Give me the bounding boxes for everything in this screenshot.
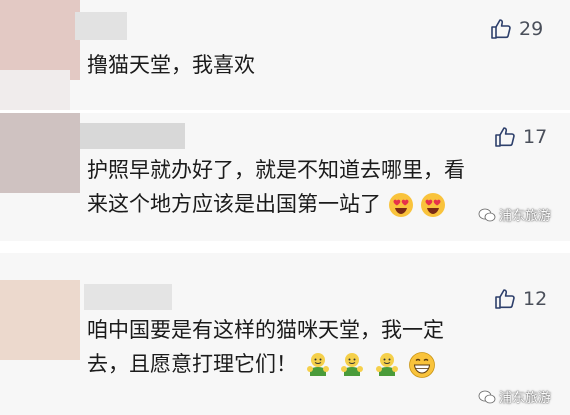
- comment-3: 12 咱中国要是有这样的猫咪天堂，我一定 去，且愿意打理它们！ 浦东旅游: [0, 253, 570, 415]
- comment-text-line-2-text: 去，且愿意打理它们！: [87, 352, 297, 376]
- thumbs-up-figure-emoji: [376, 353, 399, 376]
- comment-text-line-2: 来这个地方应该是出国第一站了: [87, 187, 465, 221]
- thumbs-up-icon: [491, 19, 511, 39]
- comment-2: 17 护照早就办好了，就是不知道去哪里，看 来这个地方应该是出国第一站了 浦东旅: [0, 113, 570, 241]
- avatar[interactable]: [0, 113, 80, 193]
- comment-text: 护照早就办好了，就是不知道去哪里，看 来这个地方应该是出国第一站了: [87, 153, 465, 221]
- username-blurred: [80, 123, 185, 149]
- avatar-blur: [0, 70, 70, 110]
- like-count: 12: [523, 288, 548, 310]
- thumbs-up-figure-emoji: [306, 353, 329, 376]
- thumbs-up-icon: [495, 289, 515, 309]
- like-button[interactable]: 29: [489, 17, 543, 41]
- wechat-watermark-icon: [478, 208, 496, 221]
- thumbs-up-icon: [495, 127, 515, 147]
- comment-text-line: 撸猫天堂，我喜欢: [87, 53, 255, 77]
- grinning-emoji: [408, 352, 435, 378]
- watermark: 浦东旅游: [478, 205, 551, 224]
- watermark: 浦东旅游: [478, 387, 551, 406]
- watermark-text: 浦东旅游: [499, 209, 552, 224]
- watermark-text: 浦东旅游: [499, 391, 552, 406]
- username-blurred: [75, 12, 127, 40]
- like-button[interactable]: 12: [493, 287, 547, 311]
- comment-1: 29 撸猫天堂，我喜欢: [0, 0, 570, 110]
- comment-text-line-1: 护照早就办好了，就是不知道去哪里，看: [87, 158, 465, 182]
- heart-eyes-emoji: [388, 193, 413, 217]
- wechat-watermark-icon: [478, 390, 496, 403]
- comment-text-line-1: 咱中国要是有这样的猫咪天堂，我一定: [87, 318, 444, 342]
- comment-text-line-2: 去，且愿意打理它们！: [87, 347, 444, 381]
- avatar[interactable]: [0, 0, 80, 80]
- like-count: 29: [519, 18, 544, 40]
- thumbs-up-figure-emoji: [341, 353, 364, 376]
- comment-text-line-2-text: 来这个地方应该是出国第一站了: [87, 192, 381, 216]
- username-blurred: [84, 284, 172, 310]
- comment-text: 咱中国要是有这样的猫咪天堂，我一定 去，且愿意打理它们！: [87, 313, 444, 381]
- like-count: 17: [523, 126, 548, 148]
- avatar[interactable]: [0, 280, 80, 360]
- comment-text: 撸猫天堂，我喜欢: [87, 48, 255, 82]
- heart-eyes-emoji: [421, 193, 446, 217]
- like-button[interactable]: 17: [493, 125, 547, 149]
